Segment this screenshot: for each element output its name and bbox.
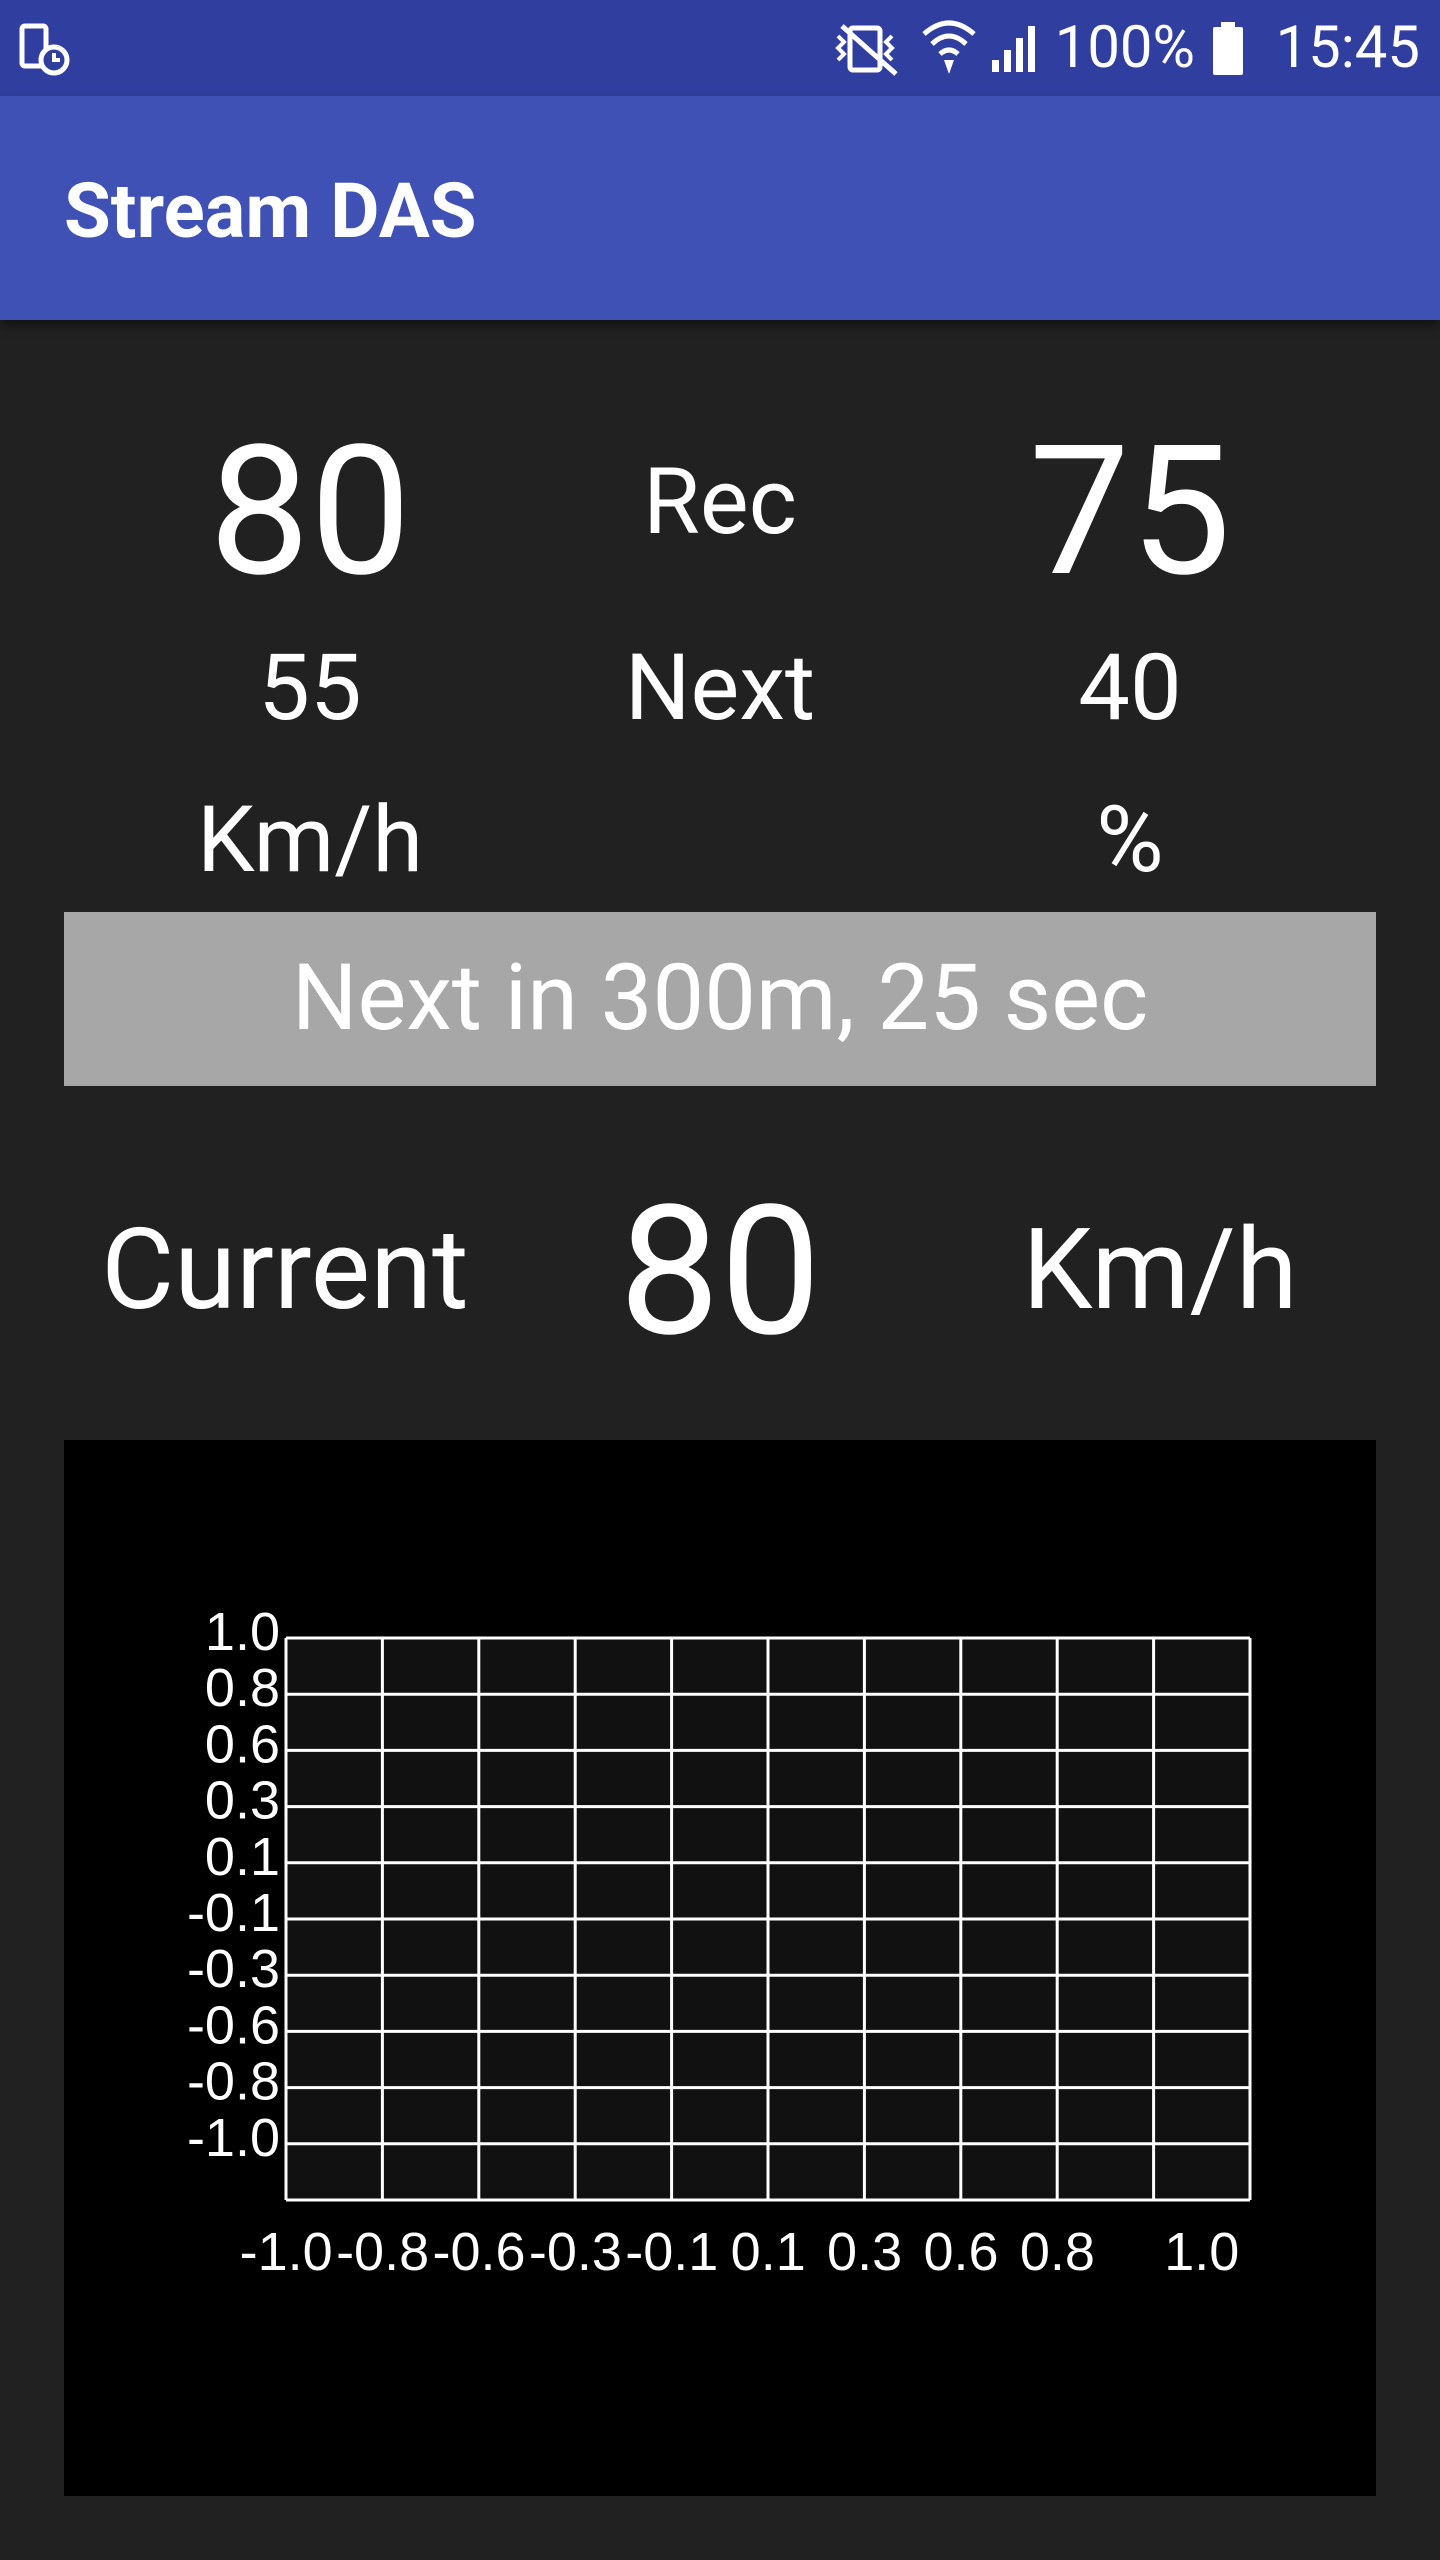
signal-icon <box>992 26 1035 72</box>
current-unit-label: Km/h <box>1022 1205 1298 1336</box>
battery-percent: 100% <box>1054 14 1195 82</box>
x-tick-label: -0.8 <box>336 2222 429 2282</box>
rec-label: Rec <box>643 449 797 556</box>
y-tick-label: 0.1 <box>205 1827 280 1887</box>
app-title: Stream DAS <box>64 166 477 256</box>
y-tick-label: -0.6 <box>187 1995 280 2055</box>
y-tick-label: -0.3 <box>187 1939 280 1999</box>
y-tick-label: 0.6 <box>205 1714 280 1774</box>
y-tick-label: -0.1 <box>187 1883 280 1943</box>
right-current-value: 75 <box>1028 406 1232 617</box>
battery-icon <box>1213 22 1243 75</box>
plot-panel: 1.0 0.8 0.6 0.3 0.1 -0.1 -0.3 -0.6 -0.8 -1.0 -1.0-… <box>64 1440 1376 2496</box>
y-tick-label: 0.3 <box>205 1771 280 1831</box>
x-tick-label: -1.0 <box>240 2222 333 2282</box>
y-tick-label: -1.0 <box>187 2108 280 2168</box>
xy-plot: 1.00.80.60.30.1-0.1-0.3-0.6-0.8-1.0-1.0-… <box>187 1602 1252 2282</box>
x-tick-label: 1.0 <box>1164 2222 1239 2282</box>
y-tick-label: 1.0 <box>205 1602 280 1662</box>
right-next-value: 40 <box>1078 635 1182 742</box>
device-clock-icon <box>19 23 70 76</box>
next-label: Next <box>624 635 816 742</box>
left-unit-label: Km/h <box>196 787 423 894</box>
vibrate-mute-icon <box>835 24 898 76</box>
left-next-value: 55 <box>258 635 362 742</box>
x-tick-label: -0.3 <box>529 2222 622 2282</box>
y-tick-label: 0.8 <box>205 1658 280 1718</box>
clock-time: 15:45 <box>1275 14 1420 82</box>
current-speed-value: 80 <box>618 1166 822 1377</box>
current-label: Current <box>101 1205 469 1336</box>
x-tick-label: 0.3 <box>827 2222 902 2282</box>
next-banner: Next in 300m, 25 sec <box>64 912 1376 1086</box>
x-tick-label: -0.6 <box>432 2222 525 2282</box>
x-tick-label: -0.1 <box>625 2222 718 2282</box>
x-tick-label: 0.6 <box>923 2222 998 2282</box>
x-tick-label: 0.1 <box>731 2222 806 2282</box>
right-unit-label: % <box>1096 787 1164 894</box>
status-bar: 100% 15:45 <box>0 0 1440 96</box>
left-current-value: 80 <box>208 406 412 617</box>
wifi-icon <box>922 20 976 74</box>
x-tick-label: 0.8 <box>1020 2222 1095 2282</box>
y-tick-label: -0.8 <box>187 2052 280 2112</box>
